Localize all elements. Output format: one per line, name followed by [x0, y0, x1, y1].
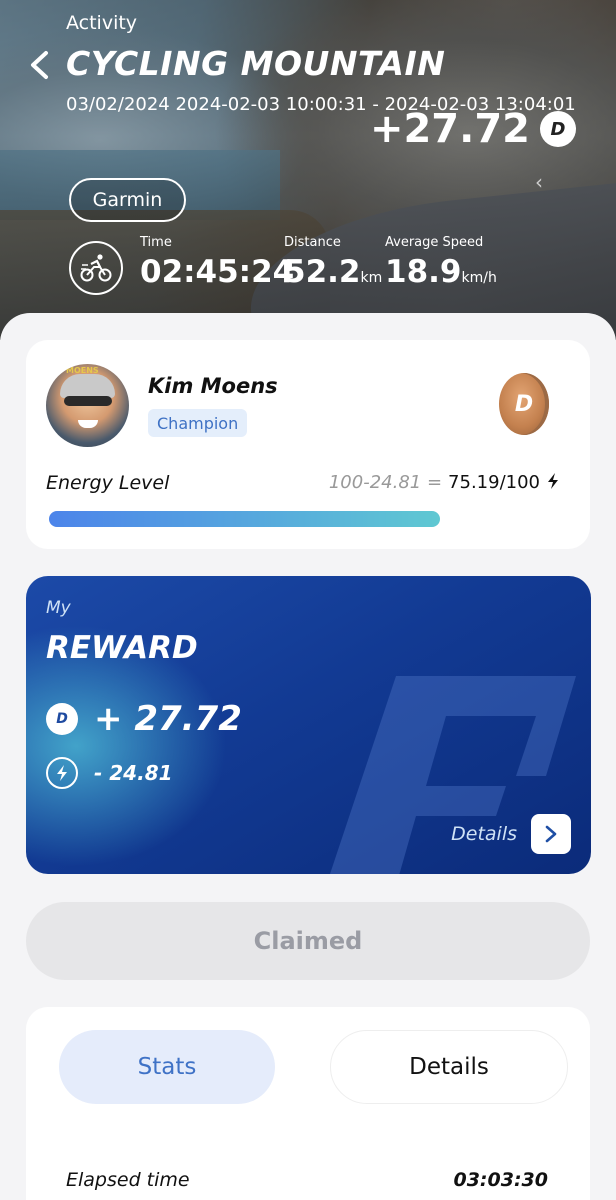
time-value: 02:45:24	[140, 254, 295, 290]
energy-bar-fill	[49, 511, 440, 527]
avatar-helmet	[60, 374, 115, 398]
reward-my-label: My	[46, 598, 71, 618]
elapsed-time-value: 03:03:30	[453, 1169, 548, 1191]
time-label: Time	[140, 235, 172, 250]
distance-value: 52.2	[284, 254, 361, 290]
elapsed-time-label: Elapsed time	[66, 1169, 190, 1191]
distance-stat: Distance 52.2km	[284, 235, 382, 290]
d-coin-icon: D	[499, 373, 549, 435]
profile-card: MOENS Kim Moens Champion D Energy Level …	[26, 340, 590, 549]
d-coin-icon: D	[46, 703, 78, 735]
tab-stats[interactable]: Stats	[59, 1030, 275, 1104]
chevron-left-icon	[31, 51, 48, 79]
avatar-mouth	[78, 420, 98, 428]
device-badge: Garmin	[69, 178, 186, 222]
user-name: Kim Moens	[148, 374, 278, 398]
points-value: +27.72	[369, 106, 530, 152]
reward-minus-value: - 24.81	[94, 761, 173, 785]
energy-label: Energy Level	[46, 472, 170, 494]
energy-formula: 100-24.81 =	[328, 472, 443, 493]
reward-plus-row: D + 27.72	[46, 699, 242, 739]
reward-minus-row: - 24.81	[46, 757, 173, 789]
energy-calc: 100-24.81 = 75.19/100	[329, 472, 560, 493]
speed-label: Average Speed	[385, 235, 484, 250]
avatar-glasses	[64, 396, 112, 406]
time-stat: Time 02:45:24	[140, 235, 294, 290]
section-label: Activity	[66, 12, 138, 34]
reward-title: REWARD	[46, 630, 198, 666]
energy-result: 75.19/100	[448, 472, 540, 493]
chevron-right-icon	[545, 825, 557, 843]
lightning-icon	[46, 757, 78, 789]
reward-details-label[interactable]: Details	[451, 823, 517, 845]
distance-label: Distance	[284, 235, 341, 250]
reward-details[interactable]: Details	[451, 814, 571, 854]
rank-badge: Champion	[148, 409, 248, 437]
claimed-button[interactable]: Claimed	[26, 902, 590, 980]
cyclist-icon	[69, 241, 123, 295]
reward-plus-value: + 27.72	[94, 699, 242, 739]
back-button[interactable]	[26, 48, 54, 84]
speed-value: 18.9	[385, 254, 462, 290]
page-title: CYCLING MOUNTAIN	[66, 44, 446, 83]
speed-stat: Average Speed 18.9km/h	[385, 235, 497, 290]
tabs-card: Stats Details Elapsed time 03:03:30	[26, 1007, 590, 1200]
tab-details[interactable]: Details	[330, 1030, 568, 1104]
reward-card: My REWARD D + 27.72 - 24.81 Details	[26, 576, 591, 874]
points-earned: +27.72 D	[370, 106, 576, 152]
distance-unit: km	[360, 270, 383, 286]
avatar[interactable]: MOENS	[46, 364, 129, 447]
avatar-tag: MOENS	[66, 366, 99, 375]
hero-chevron-icon: ‹	[535, 170, 543, 194]
energy-bar	[49, 511, 569, 527]
d-coin-icon: D	[540, 111, 576, 147]
speed-unit: km/h	[461, 270, 497, 286]
details-button[interactable]	[531, 814, 571, 854]
lightning-icon	[546, 472, 560, 493]
